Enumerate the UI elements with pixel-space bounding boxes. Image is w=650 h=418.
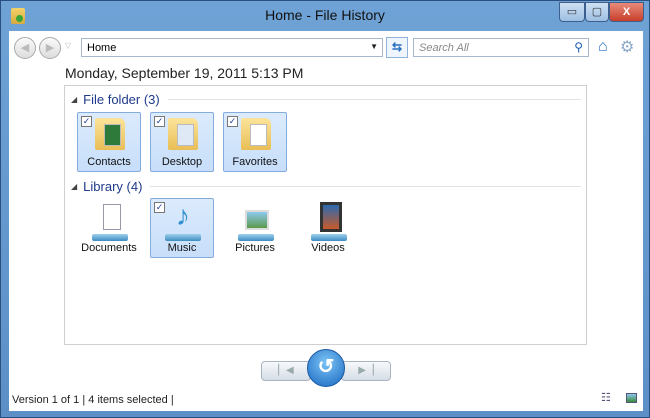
client-area: ◀ ▶ ▽ Home ▼ ⇆ Search All ⚲ ⌂ ⚙ Monday, Se…: [9, 31, 643, 411]
search-placeholder: Search All: [419, 42, 469, 54]
item-label: Desktop: [161, 156, 203, 168]
contacts-folder-icon: [95, 118, 125, 150]
item-pictures[interactable]: Pictures: [223, 198, 287, 258]
item-videos[interactable]: Videos: [296, 198, 360, 258]
checkbox[interactable]: ✓: [154, 116, 165, 127]
item-music[interactable]: ✓ ♪ Music: [150, 198, 214, 258]
checkbox[interactable]: ✓: [81, 116, 92, 127]
back-button[interactable]: ◀: [14, 37, 36, 59]
maximize-button[interactable]: ▢: [585, 2, 609, 22]
item-label: Videos: [311, 242, 345, 254]
divider: [150, 186, 581, 187]
version-text: Version 1 of 1: [12, 394, 80, 406]
selection-count: 4 items selected: [88, 394, 168, 406]
search-input[interactable]: Search All ⚲: [413, 38, 589, 57]
window-title: Home - File History: [265, 7, 385, 23]
item-contacts[interactable]: ✓ Contacts: [77, 112, 141, 172]
collapse-icon[interactable]: ◢: [71, 95, 77, 104]
item-label: Contacts: [87, 156, 131, 168]
favorites-folder-icon: [241, 118, 271, 150]
divider: [167, 99, 581, 100]
refresh-button[interactable]: ⇆: [386, 37, 408, 58]
close-button[interactable]: X: [609, 2, 644, 22]
documents-library-icon: [92, 204, 128, 241]
recent-pages-dropdown[interactable]: ▽: [65, 41, 71, 50]
content-panel: ◢ File folder (3) ✓ Contacts ✓ Desktop ✓ Fav…: [64, 85, 587, 345]
restore-button[interactable]: ↺: [307, 349, 345, 387]
item-label: Pictures: [235, 242, 275, 254]
separator: |: [82, 394, 86, 406]
gear-icon[interactable]: ⚙: [620, 37, 634, 57]
next-version-button[interactable]: ▶▕: [341, 361, 391, 381]
details-view-icon[interactable]: ☷: [601, 391, 611, 404]
group-label: Library (4): [83, 179, 143, 194]
group-label: File folder (3): [83, 92, 160, 107]
item-label: Music: [167, 242, 197, 254]
address-bar[interactable]: Home ▼: [81, 38, 383, 57]
item-desktop[interactable]: ✓ Desktop: [150, 112, 214, 172]
file-history-window: Home - File History ▭ ▢ X ◀ ▶ ▽ Home ▼ ⇆ …: [0, 0, 650, 418]
previous-version-button[interactable]: ▏◀: [261, 361, 311, 381]
separator: |: [170, 394, 174, 406]
backup-date: Monday, September 19, 2011 5:13 PM: [65, 65, 304, 81]
item-favorites[interactable]: ✓ Favorites: [223, 112, 287, 172]
group-header-library[interactable]: ◢ Library (4): [71, 179, 581, 194]
group-header-file-folder[interactable]: ◢ File folder (3): [71, 92, 581, 107]
music-library-icon: ♪: [165, 200, 201, 241]
status-bar: Version 1 of 1 | 4 items selected |: [12, 394, 174, 406]
videos-library-icon: [311, 202, 347, 241]
item-label: Documents: [81, 242, 137, 254]
search-icon[interactable]: ⚲: [574, 40, 583, 54]
minimize-button[interactable]: ▭: [559, 2, 585, 22]
forward-button[interactable]: ▶: [39, 37, 61, 59]
home-icon[interactable]: ⌂: [598, 38, 608, 56]
checkbox[interactable]: ✓: [227, 116, 238, 127]
address-text: Home: [87, 42, 117, 54]
chevron-down-icon[interactable]: ▼: [370, 42, 378, 51]
checkbox[interactable]: ✓: [154, 202, 165, 213]
pictures-library-icon: [238, 204, 274, 241]
large-icons-view-icon[interactable]: [626, 393, 637, 403]
collapse-icon[interactable]: ◢: [71, 182, 77, 191]
desktop-folder-icon: [168, 118, 198, 150]
item-documents[interactable]: Documents: [77, 198, 141, 258]
item-label: Favorites: [232, 156, 278, 168]
